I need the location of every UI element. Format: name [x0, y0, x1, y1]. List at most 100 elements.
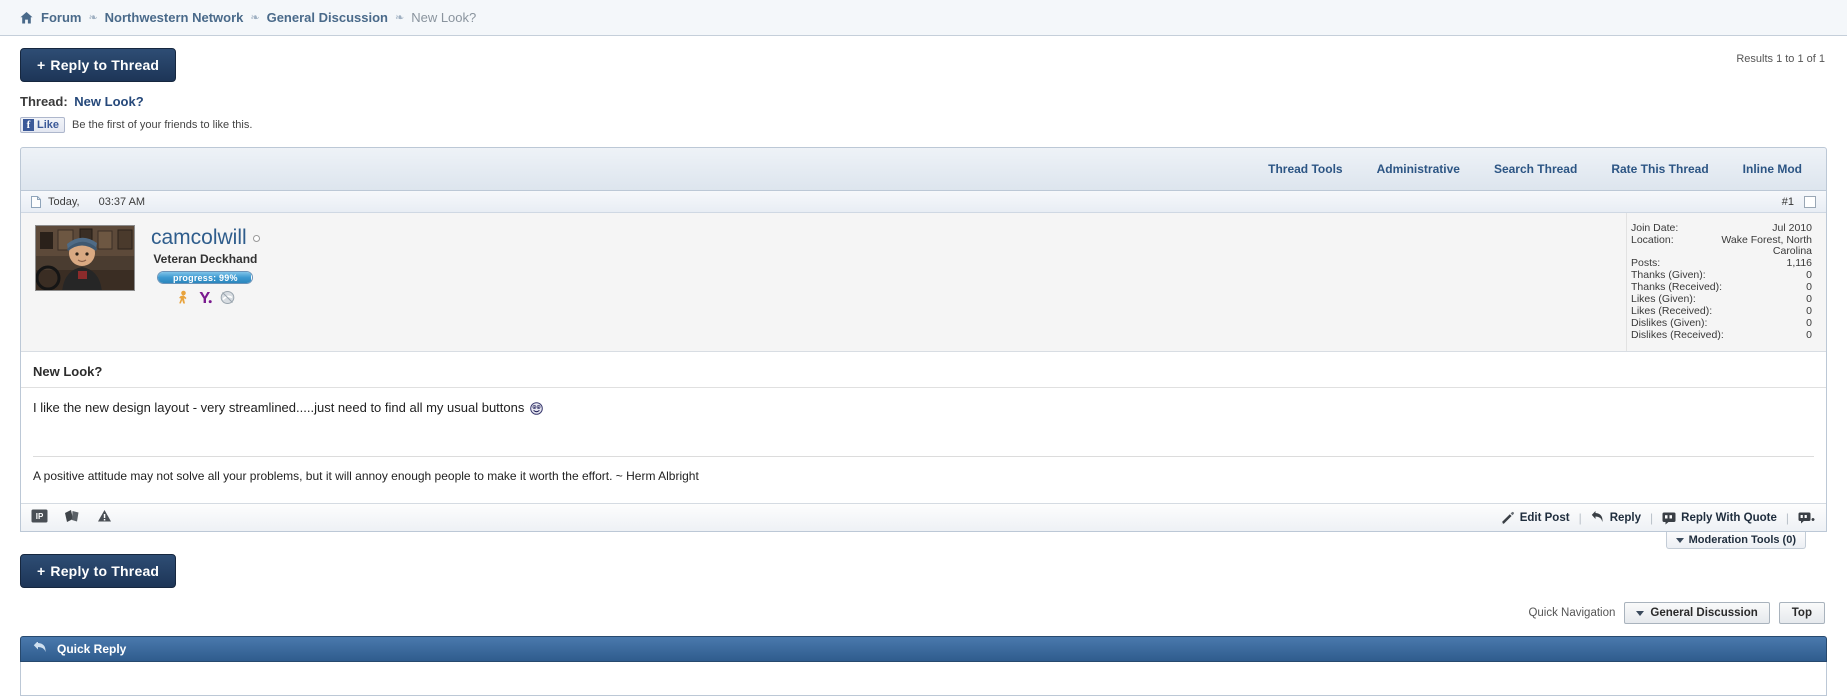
post-select-checkbox[interactable] [1804, 195, 1816, 208]
ip-address-icon[interactable]: IP [31, 509, 48, 526]
home-icon[interactable] [20, 11, 33, 24]
moderation-tools-dropdown[interactable]: Moderation Tools (0) [1665, 532, 1806, 550]
stat-value: 0 [1806, 328, 1812, 341]
breadcrumb-separator: ❧ [88, 12, 98, 24]
reply-with-quote-label: Reply With Quote [1681, 511, 1777, 524]
edit-post-button[interactable]: Edit Post [1501, 511, 1570, 525]
progress-label: progress: 99% [173, 272, 238, 283]
post-number: #1 [1781, 195, 1794, 208]
back-to-top-button[interactable]: Top [1778, 602, 1825, 625]
post-title: New Look? [21, 352, 1826, 389]
username-row: camcolwill [151, 226, 260, 249]
avatar[interactable] [35, 225, 135, 291]
facebook-like-button[interactable]: f Like [20, 117, 66, 133]
post-message: I like the new design layout - very stre… [21, 388, 1826, 438]
stat-value: 0 [1806, 281, 1812, 294]
administrative-link[interactable]: Administrative [1377, 162, 1460, 176]
chevron-down-icon [1675, 537, 1684, 543]
stat-row: Join Date: Jul 2010 [1631, 222, 1812, 235]
stat-value: 0 [1806, 316, 1812, 329]
post-header: Today, 03:37 AM #1 [21, 191, 1826, 213]
user-title: Veteran Deckhand [153, 252, 258, 267]
stat-label: Thanks (Given): [1631, 269, 1706, 282]
stat-row: Likes (Received): 0 [1631, 304, 1812, 318]
stat-row: Dislikes (Given): 0 [1631, 316, 1812, 330]
thread-title: Thread: New Look? [20, 94, 1827, 109]
reply-button[interactable]: Reply [1591, 510, 1642, 525]
breadcrumb-item-northwestern-network[interactable]: Northwestern Network [105, 10, 244, 25]
yahoo-messenger-icon[interactable] [198, 290, 213, 308]
footer-separator: | [1785, 510, 1789, 525]
thread-tools-wrapper: Thread Tools Administrative Search Threa… [0, 147, 1847, 191]
post-footer-left-icons: IP [31, 509, 112, 526]
thread-tools-link[interactable]: Thread Tools [1268, 162, 1342, 176]
quick-reply-section: Quick Reply [0, 624, 1847, 697]
quick-reply-icon [33, 640, 48, 657]
breadcrumb-item-current: New Look? [411, 10, 477, 25]
facebook-logo-icon: f [23, 119, 34, 131]
reply-with-quote-button[interactable]: Reply With Quote [1662, 511, 1777, 525]
search-thread-link[interactable]: Search Thread [1494, 162, 1577, 176]
stat-row: Thanks (Given): 0 [1631, 269, 1812, 282]
reply-label: Reply [1609, 511, 1642, 524]
username[interactable]: camcolwill [151, 226, 247, 249]
breadcrumb-separator: ❧ [250, 12, 260, 24]
stat-value: 0 [1806, 293, 1812, 306]
multiquote-button[interactable] [1798, 511, 1816, 525]
post-wrapper: Today, 03:37 AM #1 camcolwill Veteran De… [0, 191, 1847, 550]
stat-value: 1,116 [1786, 257, 1813, 270]
reply-arrow-icon [1591, 510, 1603, 522]
facebook-like-caption: Be the first of your friends to like thi… [72, 119, 253, 131]
stat-label: Likes (Received): [1631, 304, 1713, 317]
quick-navigation-select[interactable]: General Discussion [1624, 602, 1770, 625]
post-message-text: I like the new design layout - very stre… [33, 400, 525, 416]
quick-navigation: Quick Navigation General Discussion Top [0, 588, 1847, 625]
stat-row: Posts: 1,116 [1631, 258, 1812, 270]
thanks-cards-icon[interactable] [64, 509, 81, 526]
post-document-icon [31, 195, 41, 208]
reply-to-thread-label: Reply to Thread [50, 563, 160, 580]
stat-label: Location: [1631, 234, 1674, 247]
user-info-block: camcolwill Veteran Deckhand progress: 99… [21, 213, 1626, 351]
quick-navigation-label: Quick Navigation [1528, 607, 1616, 620]
rate-this-thread-link[interactable]: Rate This Thread [1611, 162, 1708, 176]
quote-bubble-icon [1662, 512, 1676, 525]
stat-label: Join Date: [1631, 222, 1679, 235]
stat-label: Posts: [1631, 257, 1661, 270]
facebook-like-label: Like [37, 119, 60, 131]
stat-label: Likes (Given): [1631, 293, 1696, 306]
breadcrumb-item-forum[interactable]: Forum [41, 10, 81, 25]
quick-navigation-selected: General Discussion [1650, 607, 1758, 620]
reply-to-thread-button-bottom[interactable]: + Reply to Thread [20, 554, 177, 589]
stat-row: Location: Wake Forest, North Carolina [1631, 235, 1812, 258]
msn-messenger-icon[interactable] [220, 290, 235, 308]
reply-to-thread-button-top[interactable]: + Reply to Thread [20, 48, 177, 82]
multiquote-icon [1798, 512, 1815, 524]
breadcrumb: Forum ❧ Northwestern Network ❧ General D… [0, 0, 1847, 36]
stat-label: Thanks (Received): [1631, 281, 1723, 294]
post-time: 03:37 AM [98, 195, 146, 208]
stat-row: Likes (Given): 0 [1631, 293, 1812, 306]
user-stats: Join Date: Jul 2010 Location: Wake Fores… [1626, 213, 1826, 352]
inline-mod-link[interactable]: Inline Mod [1743, 162, 1802, 176]
post-footer: IP Edit Post | Reply | Reply With Quote … [21, 503, 1826, 550]
quick-reply-header[interactable]: Quick Reply [20, 636, 1827, 663]
pencil-icon [1501, 511, 1514, 525]
user-meta: camcolwill Veteran Deckhand progress: 99… [151, 225, 260, 339]
footer-separator: | [1650, 510, 1654, 525]
online-status-icon [252, 234, 260, 242]
plus-icon: + [37, 563, 46, 580]
thread-title-label: Thread: [20, 94, 68, 109]
quick-reply-body[interactable] [20, 662, 1827, 697]
post-user-row: camcolwill Veteran Deckhand progress: 99… [21, 213, 1826, 353]
svg-text:IP: IP [36, 512, 44, 521]
post-date: Today, [48, 195, 80, 208]
chevron-down-icon [1636, 610, 1645, 616]
breadcrumb-item-general-discussion[interactable]: General Discussion [267, 10, 388, 25]
facebook-like-row: f Like Be the first of your friends to l… [20, 117, 1827, 133]
stat-value: Jul 2010 [1772, 222, 1812, 235]
plus-icon: + [37, 57, 46, 73]
report-warning-icon[interactable] [97, 509, 112, 526]
contact-icons [176, 290, 235, 308]
aim-icon[interactable] [176, 290, 191, 308]
